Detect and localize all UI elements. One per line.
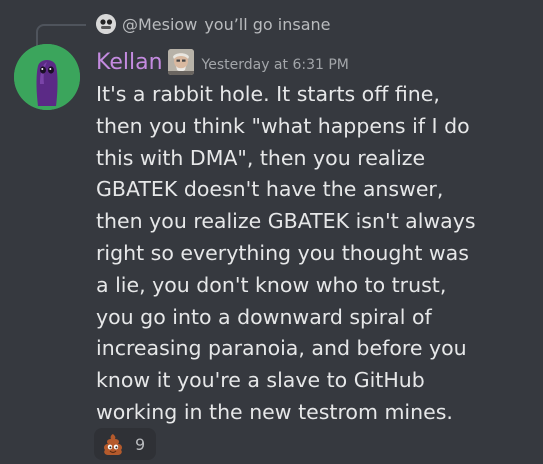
timestamp[interactable]: Yesterday at 6:31 PM (202, 52, 349, 73)
message-line: then you think "what happens if I do (96, 113, 470, 138)
message-header: Kellan Yesterday at 6:31 PM (96, 46, 349, 78)
message-line: right so everything you thought was (96, 240, 469, 265)
message-line: increasing paranoia, and before you (96, 336, 467, 361)
portrait-icon[interactable] (167, 49, 194, 75)
message-content: It's a rabbit hole. It starts off fine, … (96, 79, 536, 429)
purple-character-icon (14, 44, 80, 110)
message-line: a lie, you don't know who to trust, (96, 272, 447, 297)
message-line: It's a rabbit hole. It starts off fine, (96, 82, 440, 106)
reply-preview-text[interactable]: you’ll go insane (204, 15, 330, 34)
message-line: working in the new testrom mines. (96, 399, 453, 424)
message-line: this with DMA", then you realize (96, 145, 426, 170)
reply-author[interactable]: @Mesiow (122, 15, 197, 34)
message-line: you go into a downward spiral of (96, 304, 432, 329)
message-line: then you realize GBATEK isn't always (96, 209, 476, 234)
poop-emoji-icon (102, 433, 124, 455)
message-line: GBATEK doesn't have the answer, (96, 177, 444, 202)
reply-connector (36, 24, 86, 46)
avatar[interactable] (14, 44, 80, 110)
reply-reference[interactable]: @Mesiow you’ll go insane (96, 11, 331, 37)
reaction-button[interactable]: 9 (94, 428, 156, 460)
reply-avatar-icon[interactable] (96, 14, 116, 34)
message-line: know it you're a slave to GitHub (96, 368, 425, 393)
author-name[interactable]: Kellan (96, 50, 163, 75)
reaction-count: 9 (135, 434, 146, 454)
